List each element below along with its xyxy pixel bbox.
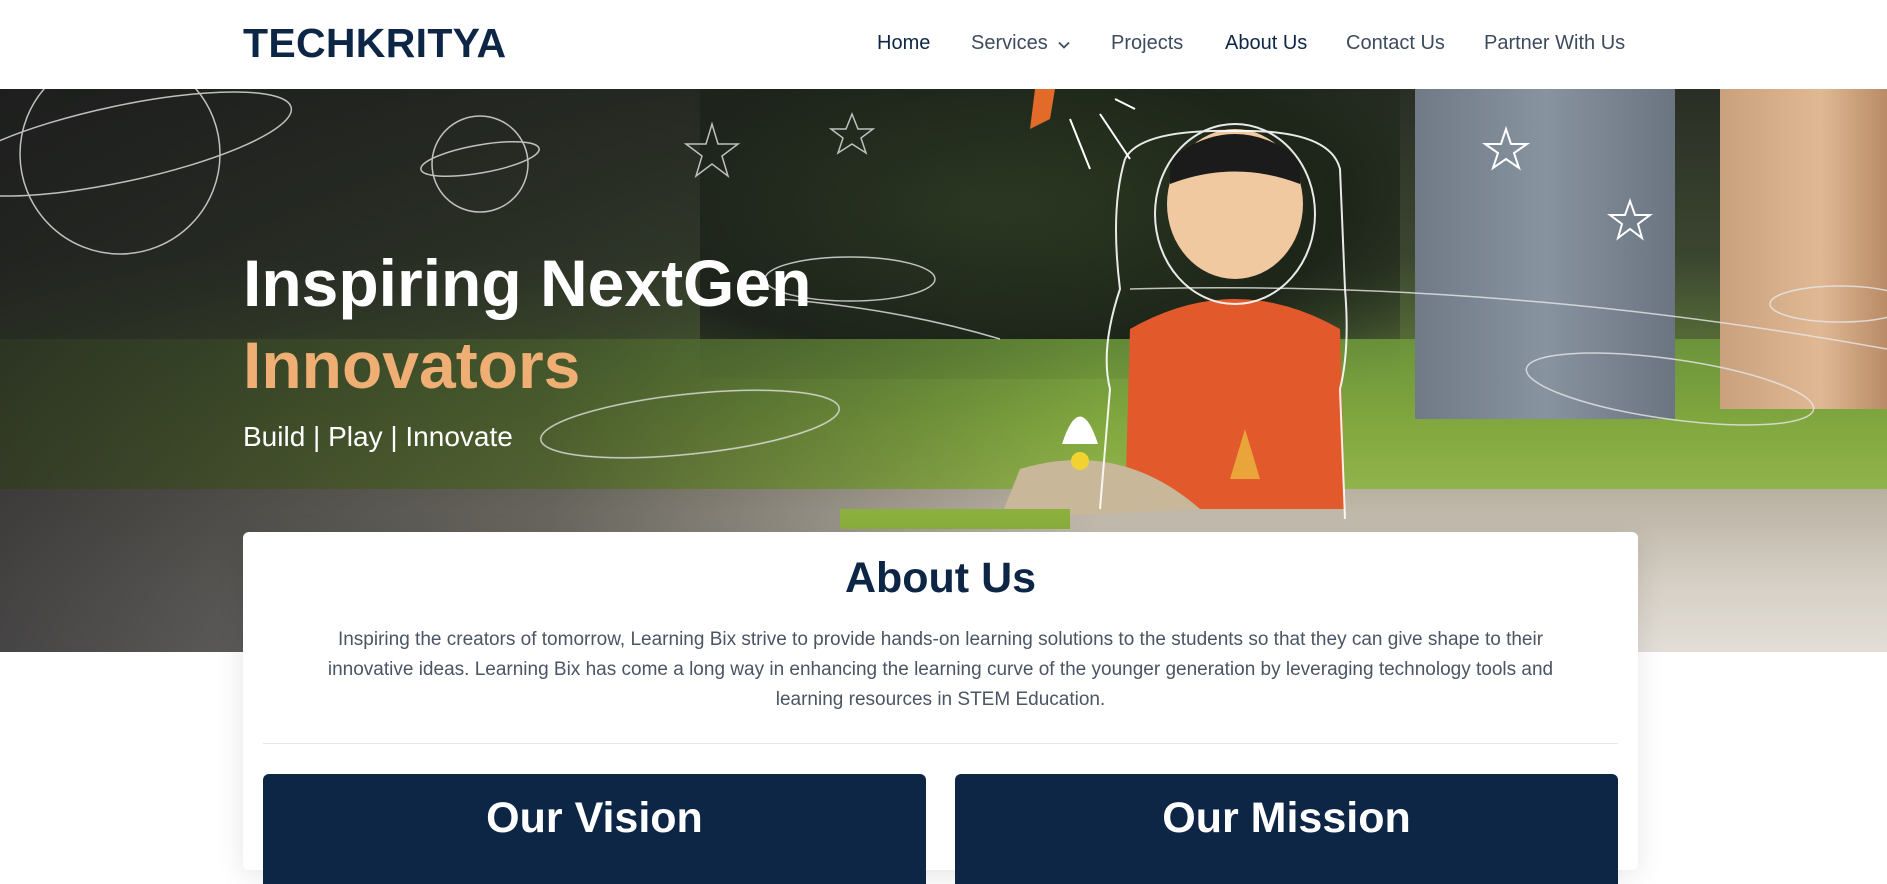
main-nav: Home Services Projects About Us Contact … — [0, 32, 1887, 62]
nav-about-us[interactable]: About Us — [1225, 32, 1307, 55]
nav-home[interactable]: Home — [877, 32, 930, 55]
nav-services-label: Services — [971, 32, 1048, 54]
nav-contact-us[interactable]: Contact Us — [1346, 32, 1445, 55]
vision-panel: Our Vision — [263, 774, 926, 884]
mission-panel: Our Mission — [955, 774, 1618, 884]
hero-title-line1: Inspiring NextGen — [243, 246, 812, 320]
chevron-down-icon — [1058, 32, 1070, 55]
hero-title-accent: Innovators — [243, 328, 581, 402]
section-divider — [263, 743, 1618, 744]
vision-title: Our Vision — [486, 794, 703, 842]
nav-projects[interactable]: Projects — [1111, 32, 1183, 55]
child-figure — [840, 89, 1345, 529]
hero-tagline: Build | Play | Innovate — [243, 421, 513, 452]
site-header: TECHKRITYA Home Services Projects About … — [0, 0, 1887, 89]
about-description: Inspiring the creators of tomorrow, Lear… — [327, 629, 1554, 710]
hero-title: Inspiring NextGen Innovators — [243, 242, 811, 406]
nav-services[interactable]: Services — [971, 32, 1070, 55]
mission-title: Our Mission — [1162, 794, 1411, 842]
about-card: About Us Inspiring the creators of tomor… — [243, 532, 1638, 884]
about-title: About Us — [844, 554, 1037, 602]
nav-partner-with-us[interactable]: Partner With Us — [1484, 32, 1625, 55]
